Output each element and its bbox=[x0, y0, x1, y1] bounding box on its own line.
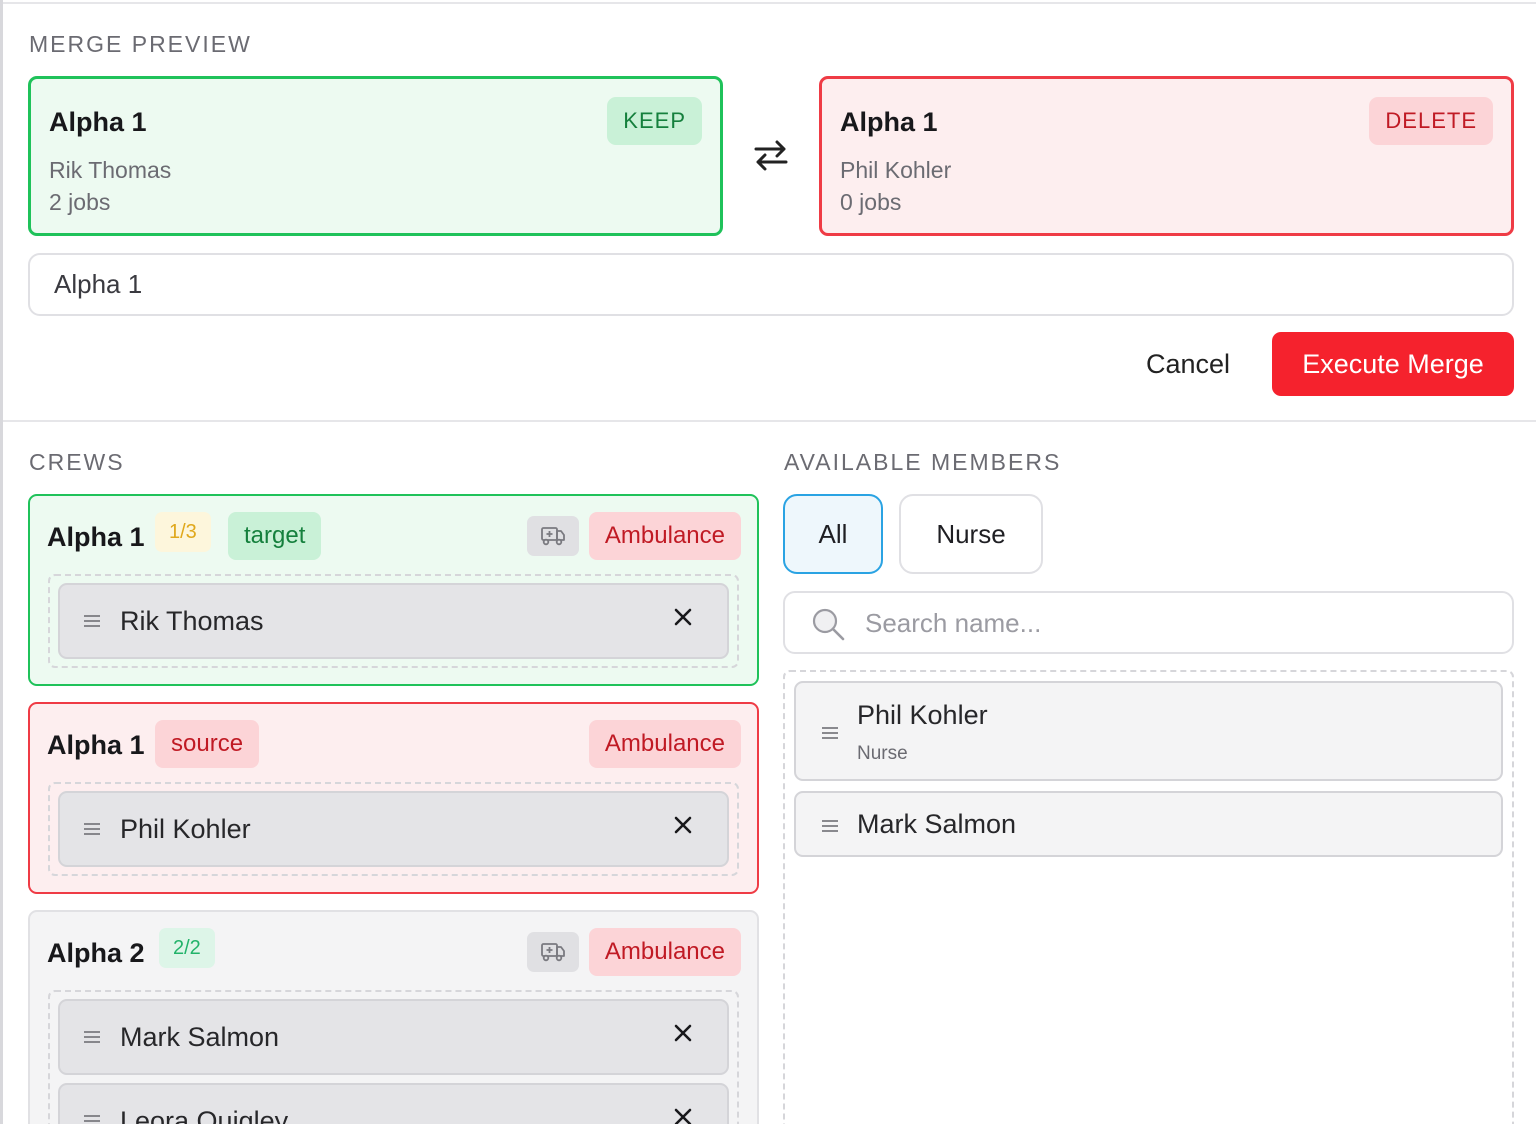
filter-all-button[interactable]: All bbox=[783, 494, 883, 574]
execute-merge-button[interactable]: Execute Merge bbox=[1272, 332, 1514, 396]
crew-member-row[interactable]: Phil Kohler bbox=[58, 791, 729, 867]
crew-card[interactable]: Alpha 2 2/2 Ambulance Mark Salmon Leora … bbox=[28, 910, 759, 1124]
merged-crew-name-input[interactable] bbox=[28, 253, 1514, 316]
cancel-button[interactable]: Cancel bbox=[1130, 333, 1246, 396]
swap-arrows-icon[interactable] bbox=[752, 136, 790, 174]
delete-crew-member: Phil Kohler bbox=[840, 157, 952, 183]
crew-capacity-badge: 1/3 bbox=[155, 512, 211, 552]
vehicle-type-badge: Ambulance bbox=[588, 928, 741, 976]
keep-crew-card: Alpha 1 KEEP Rik Thomas 2 jobs bbox=[28, 76, 723, 236]
top-divider bbox=[3, 2, 1536, 4]
ambulance-icon bbox=[527, 516, 579, 556]
crew-member-name: Leora Quigley bbox=[120, 1106, 289, 1124]
keep-badge: KEEP bbox=[607, 97, 702, 145]
available-member-name: Phil Kohler bbox=[857, 700, 988, 730]
keep-crew-member: Rik Thomas bbox=[49, 157, 172, 183]
search-input[interactable] bbox=[865, 603, 1485, 643]
delete-crew-jobs: 0 jobs bbox=[840, 189, 902, 215]
crew-dropzone[interactable]: Phil Kohler bbox=[48, 782, 739, 876]
keep-crew-jobs: 2 jobs bbox=[49, 189, 111, 215]
crew-name: Alpha 1 bbox=[47, 522, 145, 552]
remove-member-icon[interactable] bbox=[673, 1107, 693, 1124]
available-members-dropzone[interactable]: Phil Kohler Nurse Mark Salmon bbox=[783, 670, 1514, 1124]
section-divider bbox=[3, 420, 1536, 422]
remove-member-icon[interactable] bbox=[673, 607, 693, 627]
crew-capacity-badge: 2/2 bbox=[159, 928, 215, 968]
member-search[interactable] bbox=[783, 591, 1514, 654]
crew-member-row[interactable]: Mark Salmon bbox=[58, 999, 729, 1075]
drag-handle-icon[interactable] bbox=[82, 1029, 102, 1045]
crew-member-name: Phil Kohler bbox=[120, 814, 251, 844]
available-member-name: Mark Salmon bbox=[857, 809, 1017, 839]
crew-name: Alpha 2 bbox=[47, 938, 145, 968]
available-members-heading: AVAILABLE MEMBERS bbox=[784, 449, 1062, 475]
crew-name: Alpha 1 bbox=[47, 730, 145, 760]
crew-dropzone[interactable]: Rik Thomas bbox=[48, 574, 739, 668]
vehicle-type-badge: Ambulance bbox=[588, 512, 741, 560]
remove-member-icon[interactable] bbox=[673, 1023, 693, 1043]
ambulance-icon bbox=[527, 932, 579, 972]
crews-heading: CREWS bbox=[29, 449, 125, 475]
crew-member-name: Mark Salmon bbox=[120, 1022, 280, 1052]
vehicle-type-badge: Ambulance bbox=[588, 720, 741, 768]
window-edge bbox=[0, 0, 3, 1124]
crew-member-row[interactable]: Rik Thomas bbox=[58, 583, 729, 659]
delete-crew-title: Alpha 1 bbox=[840, 107, 938, 137]
available-member-role: Nurse bbox=[857, 743, 908, 764]
search-icon bbox=[812, 608, 845, 641]
drag-handle-icon[interactable] bbox=[82, 821, 102, 837]
remove-member-icon[interactable] bbox=[673, 815, 693, 835]
crew-member-name: Rik Thomas bbox=[120, 606, 264, 636]
filter-nurse-button[interactable]: Nurse bbox=[899, 494, 1043, 574]
crew-dropzone[interactable]: Mark Salmon Leora Quigley bbox=[48, 990, 739, 1124]
merge-preview-heading: MERGE PREVIEW bbox=[29, 31, 252, 57]
crew-card-source[interactable]: Alpha 1 source Ambulance Phil Kohler bbox=[28, 702, 759, 894]
drag-handle-icon[interactable] bbox=[82, 613, 102, 629]
available-member-row[interactable]: Phil Kohler Nurse bbox=[794, 681, 1503, 781]
crew-member-row[interactable]: Leora Quigley bbox=[58, 1083, 729, 1124]
crew-card-target[interactable]: Alpha 1 1/3 target Ambulance Rik Thomas bbox=[28, 494, 759, 686]
drag-handle-icon[interactable] bbox=[82, 1113, 102, 1124]
keep-crew-title: Alpha 1 bbox=[49, 107, 147, 137]
drag-handle-icon[interactable] bbox=[820, 818, 840, 834]
crew-role-badge: target bbox=[228, 512, 322, 560]
available-member-row[interactable]: Mark Salmon bbox=[794, 791, 1503, 857]
delete-badge: DELETE bbox=[1369, 97, 1493, 145]
delete-crew-card: Alpha 1 DELETE Phil Kohler 0 jobs bbox=[819, 76, 1514, 236]
crew-role-badge: source bbox=[155, 720, 260, 768]
drag-handle-icon[interactable] bbox=[820, 725, 840, 741]
